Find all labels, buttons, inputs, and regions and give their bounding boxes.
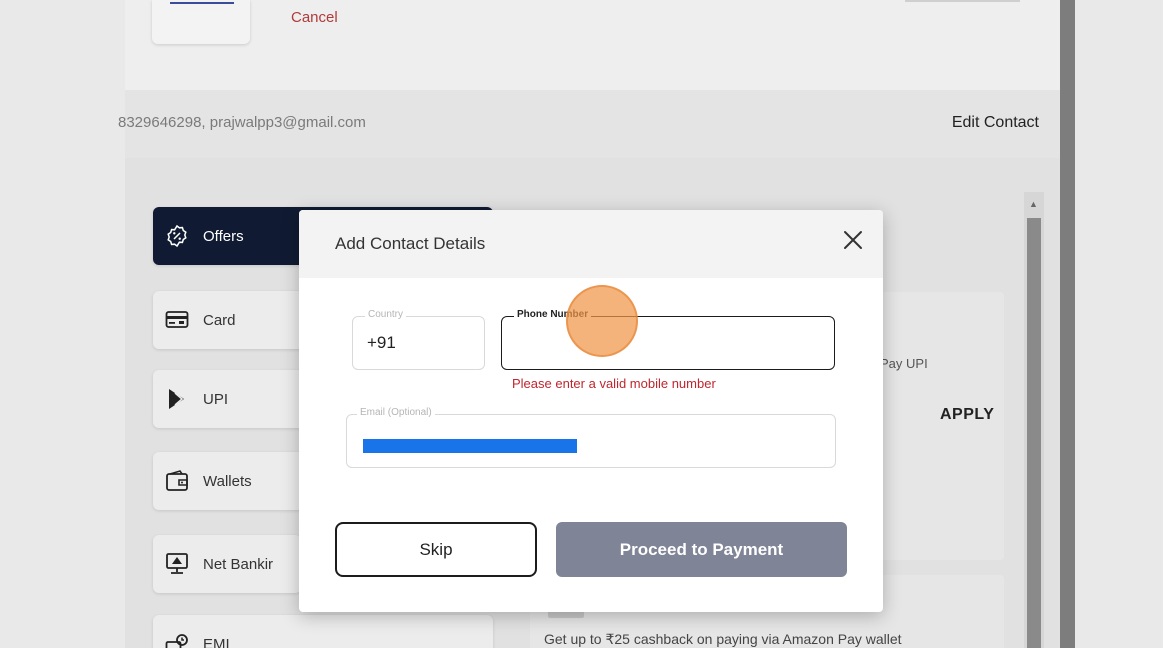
header-divider (905, 0, 1020, 2)
add-contact-dialog: Add Contact Details Country +91 Phone Nu… (299, 210, 883, 612)
percent-badge-icon (165, 224, 189, 248)
upi-icon (165, 388, 189, 410)
dialog-header: Add Contact Details (299, 210, 883, 278)
skip-button[interactable]: Skip (335, 522, 537, 577)
country-legend: Country (365, 309, 407, 320)
touch-indicator (566, 285, 638, 357)
net-banking-icon (165, 553, 189, 575)
contact-info: 8329646298, prajwalpp3@gmail.com (118, 114, 366, 131)
close-icon[interactable] (840, 227, 866, 253)
contact-bar: 8329646298, prajwalpp3@gmail.com Edit Co… (118, 90, 1060, 158)
email-input[interactable]: Email (Optional) (346, 407, 836, 468)
phone-number-input[interactable]: Phone Number (501, 309, 835, 370)
merchant-logo (170, 2, 234, 4)
method-emi[interactable]: EMI (153, 615, 493, 648)
card-icon (165, 309, 189, 331)
phone-error-message: Please enter a valid mobile number (512, 376, 716, 391)
dialog-title: Add Contact Details (335, 234, 486, 253)
scroll-up-arrow-icon[interactable]: ▲ (1029, 199, 1038, 209)
emi-icon (165, 633, 189, 648)
method-label: Offers (203, 227, 244, 245)
method-net-banking[interactable]: Net Bankir (153, 535, 301, 593)
offer-description: Get up to ₹25 cashback on paying via Ama… (544, 631, 902, 647)
edit-contact-link[interactable]: Edit Contact (952, 114, 1039, 132)
cancel-link[interactable]: Cancel (291, 9, 338, 26)
merchant-logo-card (152, 0, 250, 44)
method-label: EMI (203, 635, 230, 648)
page-edge-rail (1060, 0, 1075, 648)
wallet-icon (165, 470, 189, 492)
offer-text: Pay UPI (880, 356, 928, 371)
method-label: UPI (203, 390, 229, 408)
method-label: Card (203, 311, 236, 329)
email-legend: Email (Optional) (357, 407, 435, 418)
country-code-field[interactable]: Country +91 (352, 309, 485, 370)
proceed-to-payment-button[interactable]: Proceed to Payment (556, 522, 847, 577)
scrollbar-thumb[interactable] (1027, 218, 1041, 648)
method-label: Wallets (203, 472, 252, 490)
apply-offer-button[interactable]: APPLY (940, 406, 994, 424)
country-code-value: +91 (367, 333, 396, 352)
email-redaction (363, 439, 577, 453)
method-label: Net Bankir (203, 555, 274, 573)
